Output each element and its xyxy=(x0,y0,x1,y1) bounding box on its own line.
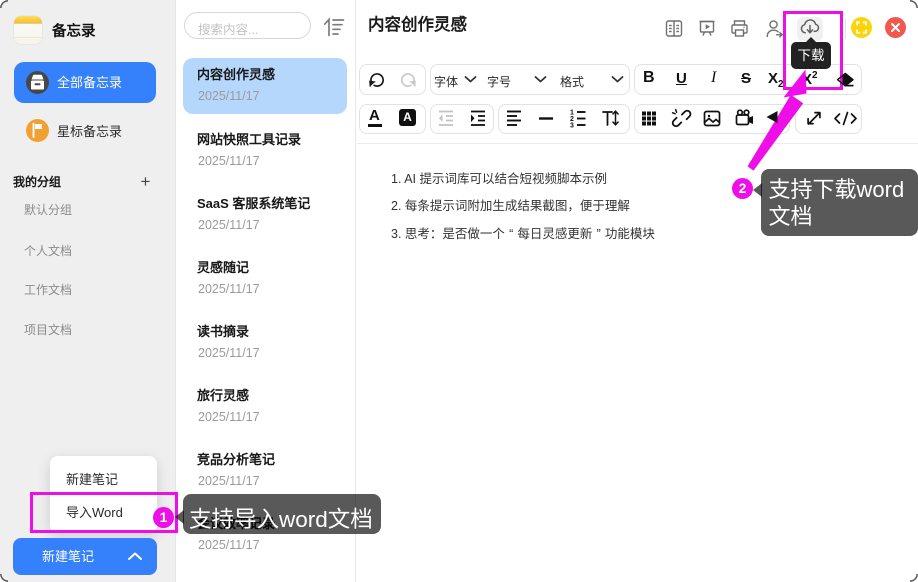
svg-text:3: 3 xyxy=(570,123,574,130)
